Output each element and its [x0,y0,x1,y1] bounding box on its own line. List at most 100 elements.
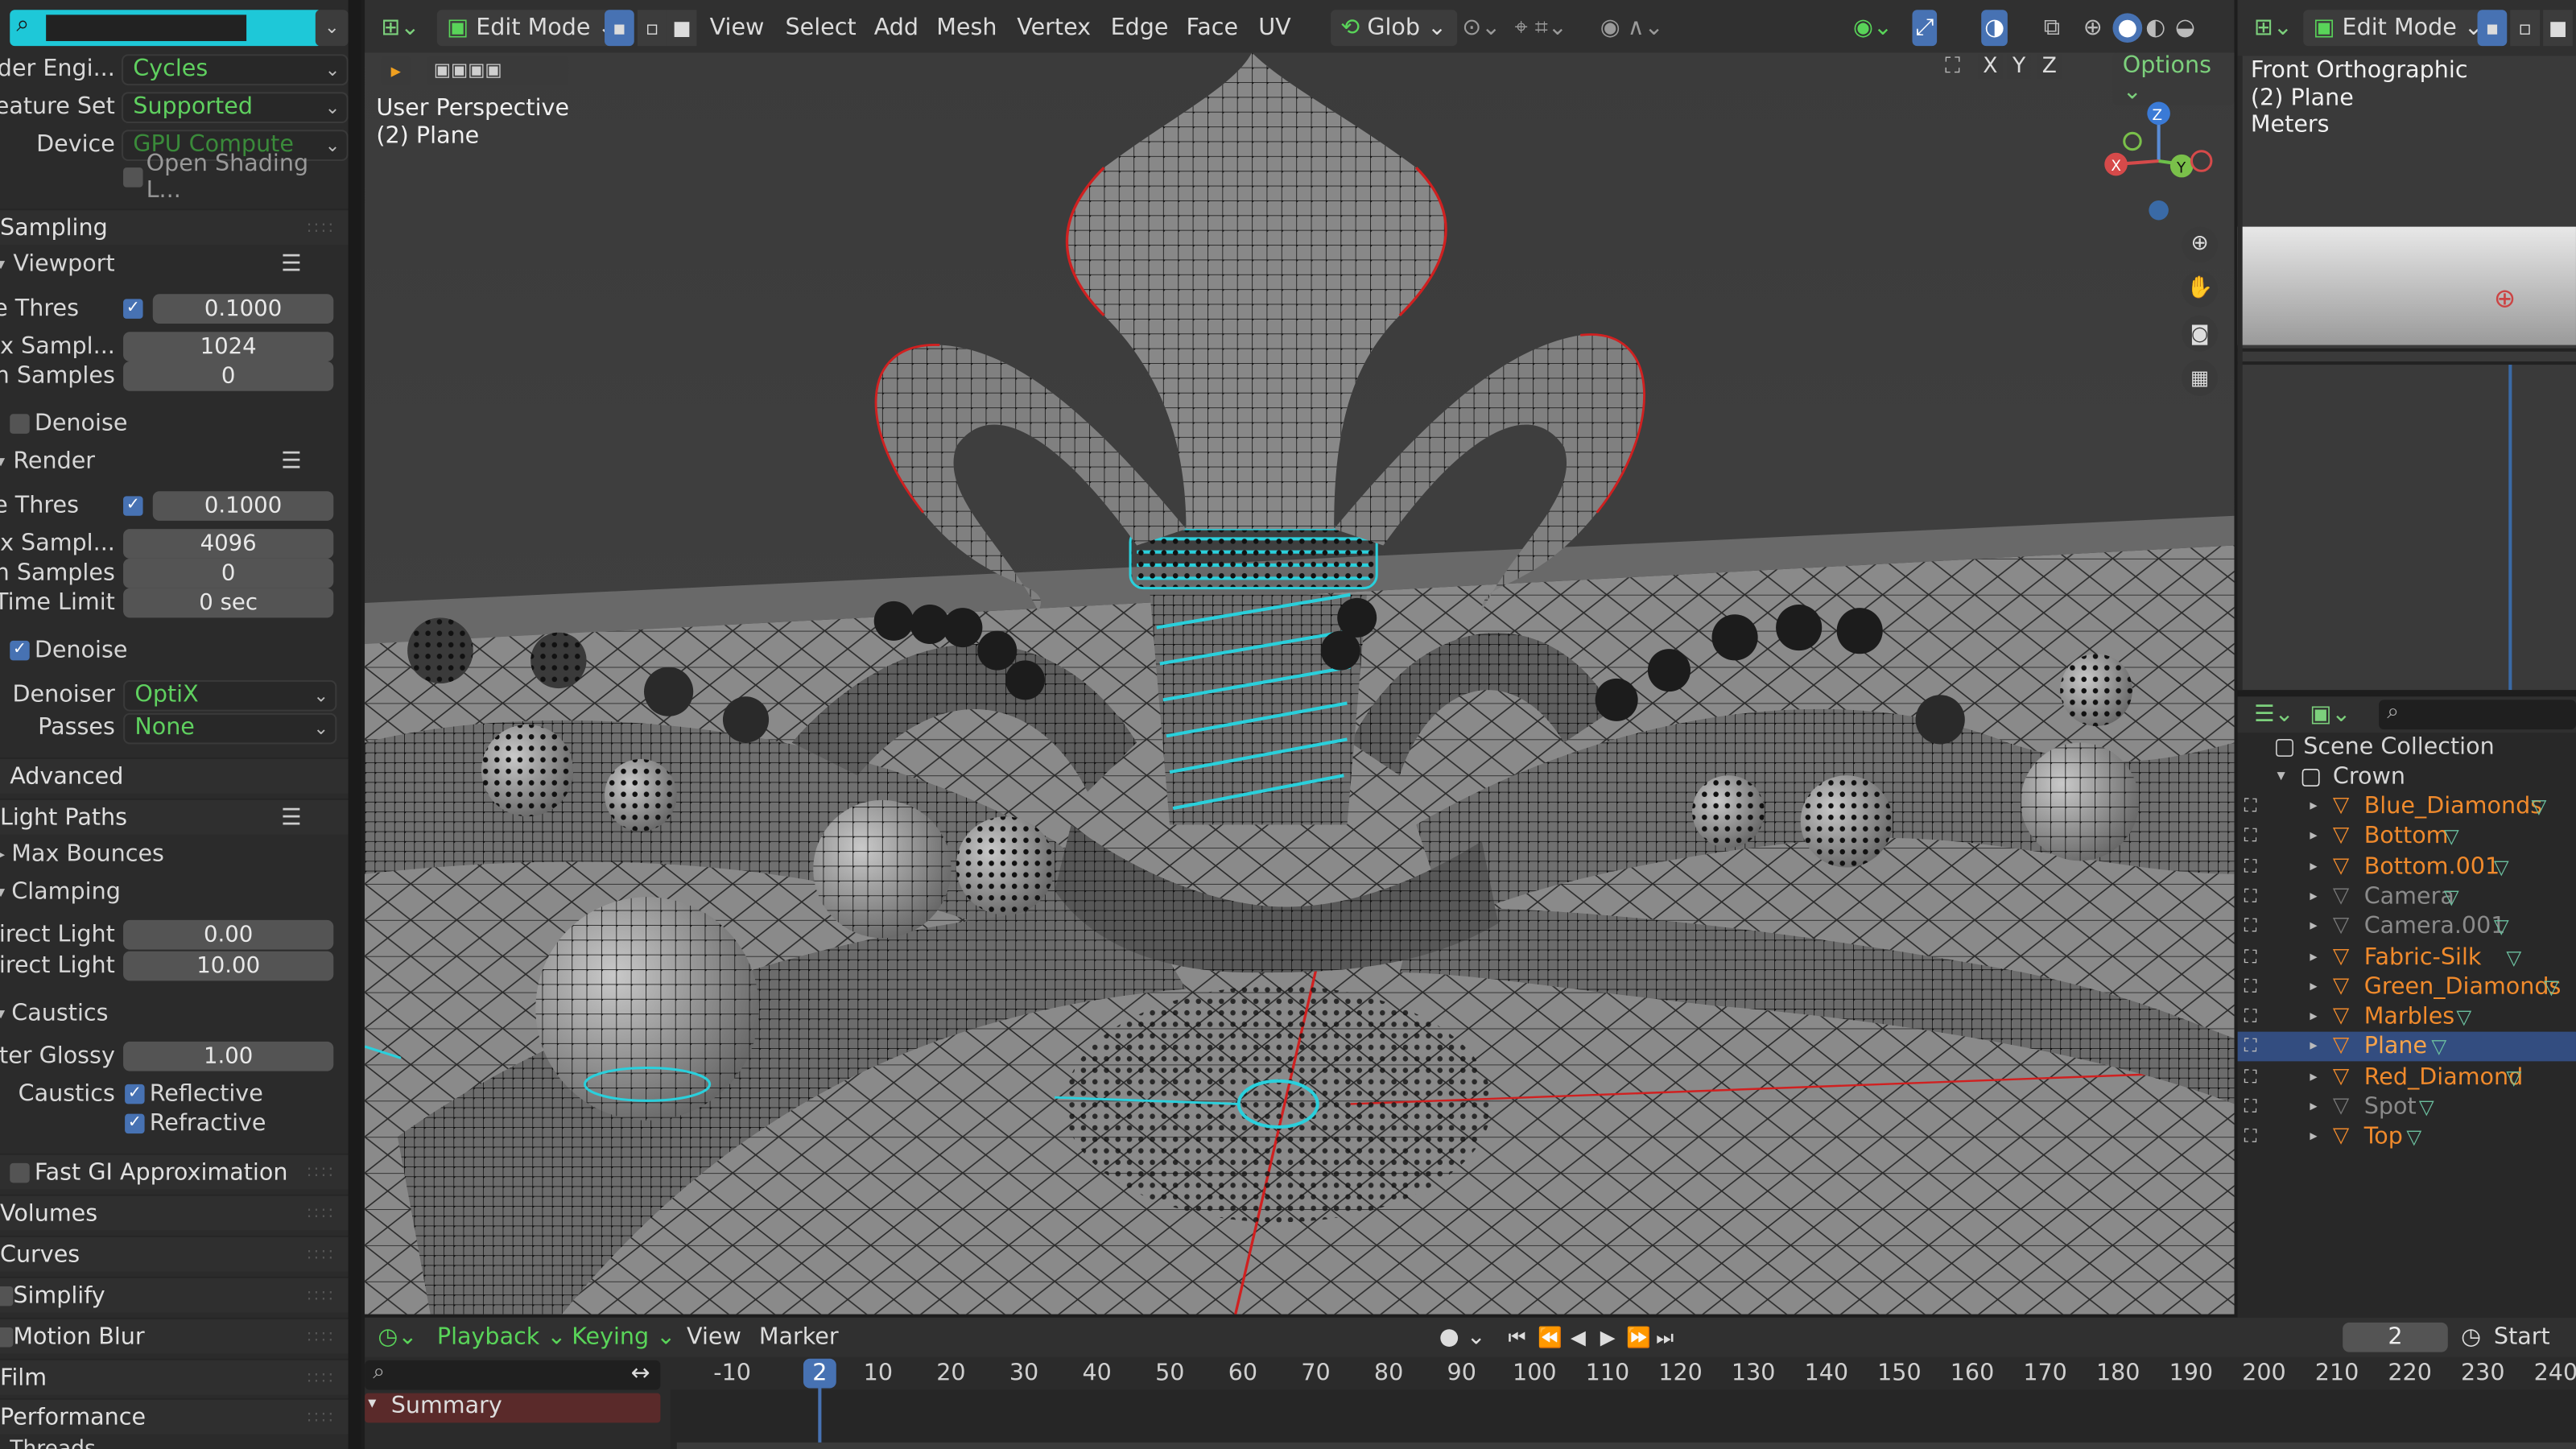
outliner-item-bottom-001[interactable]: ⛶ ▸ ▽ Bottom.001 ▽ [2238,852,2576,881]
denoiser-dropdown[interactable]: OptiX ⌄ [123,679,337,711]
indirect-light-field[interactable]: 10.00 [123,951,334,981]
exclude-checkbox-icon[interactable]: ⛶ [2244,1122,2257,1152]
fast-gi-panel-header[interactable]: Fast GI Approximation:::: [0,1153,349,1190]
expand-arrow-icon[interactable]: ▸ [2310,1122,2317,1152]
editor-type-icon[interactable]: ⊞⌄ [381,10,419,46]
expand-arrow-icon[interactable]: ▸ [2310,912,2317,942]
wireframe-shading-icon[interactable]: ⊕ [2083,10,2103,46]
menu-edge[interactable]: Edge [1111,10,1169,46]
modifier-data-icon[interactable]: ▽ [2506,1063,2521,1092]
orientation-dropdown[interactable]: ⟲ Glob ⌄ [1331,10,1457,47]
advanced-panel-header[interactable]: Advanced [0,757,349,794]
expand-arrow-icon[interactable]: ▸ [2310,1002,2317,1032]
rendered-shading-icon[interactable]: ◒ [2175,10,2195,46]
noise-threshold-checkbox[interactable]: ✓ [123,299,143,319]
performance-panel-header[interactable]: Performance:::: [0,1397,349,1435]
time-limit-field[interactable]: 0 sec [123,588,334,618]
outliner-item-marbles[interactable]: ⛶ ▸ ▽ Marbles ▽ [2238,1002,2576,1032]
face-select-button[interactable]: ■ [2543,10,2573,47]
film-panel-header[interactable]: Film:::: [0,1358,349,1395]
expand-arrow-icon[interactable]: ▸ [2310,972,2317,1002]
xray-icon[interactable]: ⧉ [2044,10,2060,46]
filter-glossy-field[interactable]: 1.00 [123,1041,334,1071]
outliner-item-blue-diamonds[interactable]: ⛶ ▸ ▽ Blue_Diamonds ▽ [2238,792,2576,822]
modifier-data-icon[interactable]: ▽ [2406,1122,2421,1152]
expand-arrow-icon[interactable]: ▸ [2310,1063,2317,1092]
exclude-checkbox-icon[interactable]: ⛶ [2244,1092,2257,1122]
navigation-gizmo[interactable]: Z X Y [2093,95,2235,226]
render-max-samples-field[interactable]: 4096 [123,529,334,559]
clamping-subpanel[interactable]: ▾Clamping [0,876,349,909]
expand-arrow-icon[interactable]: ▸ [2310,942,2317,972]
expand-arrow-icon[interactable]: ▸ [2310,1092,2317,1122]
curves-panel-header[interactable]: Curves:::: [0,1235,349,1272]
zoom-icon[interactable]: ⊕ [2182,226,2219,263]
front-ortho-viewport[interactable]: ⊞⌄ ▣ Edit Mode ⌄ ▪ ▫ ■ Front Orthographi… [2237,0,2576,691]
modifier-data-icon[interactable]: ▽ [2544,972,2559,1002]
collection-crown-row[interactable]: ▾ ▢ Crown [2238,762,2576,792]
light-paths-panel-header[interactable]: Light Paths ☰ [0,798,349,835]
gizmo-toggle-icon[interactable]: ⤢ [1912,10,1938,47]
feature-set-dropdown[interactable]: Supported ⌄ [122,91,349,123]
render-noise-threshold-checkbox[interactable]: ✓ [123,496,143,516]
threads-subpanel[interactable]: Threads [0,1433,349,1449]
expand-arrow-icon[interactable]: ▸ [2310,1032,2317,1062]
pan-hand-icon[interactable]: ✋ [2182,270,2219,308]
outliner-search-input[interactable]: ⌕ [2379,700,2576,730]
reflective-checkbox[interactable]: ✓ [125,1084,145,1104]
noise-threshold-field[interactable]: 0.1000 [152,294,334,324]
camera-view-icon[interactable]: ◙ [2182,315,2219,352]
playhead[interactable]: 2 [803,1358,836,1389]
overlay-icon[interactable]: ◑ [1981,10,2008,47]
3d-viewport[interactable]: User Perspective (2) Plane ▸ ▣▣▣▣ ⛶ X Y … [365,52,2235,1315]
outliner-item-camera-001[interactable]: ⛶ ▸ ▽ Camera.001 ▽ [2238,912,2576,942]
frame-ruler[interactable]: -10 10 20 30 40 50 60 70 80 90 100 110 120 130 140 150 1… [365,1318,2576,1397]
menu-select[interactable]: Select [786,10,857,46]
list-icon[interactable]: ☰ [281,448,302,475]
vertex-select-button[interactable]: ▪ [2477,10,2508,47]
motion-blur-panel-header[interactable]: Motion Blur:::: [0,1317,349,1354]
axis-z-toggle[interactable]: Z [2037,54,2062,79]
render-noise-threshold-field[interactable]: 0.1000 [152,491,334,521]
expand-arrow-icon[interactable]: ▸ [2310,882,2317,912]
outliner-item-red-diamond[interactable]: ⛶ ▸ ▽ Red_Diamond ▽ [2238,1063,2576,1092]
simplify-panel-header[interactable]: Simplify:::: [0,1276,349,1313]
outliner-item-camera[interactable]: ⛶ ▸ ▽ Camera ▽ [2238,882,2576,912]
volumes-panel-header[interactable]: Volumes:::: [0,1194,349,1231]
expand-arrow-icon[interactable]: ▸ [2310,792,2317,822]
axis-x-toggle[interactable]: X [1978,54,2003,79]
mode-dropdown[interactable]: ▣ Edit Mode ⌄ [2303,10,2494,47]
material-shading-icon[interactable]: ◐ [2145,10,2165,46]
motion-blur-checkbox[interactable] [0,1327,14,1348]
scene-collection-row[interactable]: ▢ Scene Collection [2238,733,2576,762]
modifier-data-icon[interactable]: ▽ [2419,1092,2434,1122]
selection-mode-buttons[interactable]: ▣▣▣▣ [427,56,569,86]
display-mode-icon[interactable]: ▣⌄ [2310,696,2351,733]
exclude-checkbox-icon[interactable]: ⛶ [2244,1002,2257,1032]
menu-face[interactable]: Face [1186,10,1238,46]
modifier-data-icon[interactable]: ▽ [2494,852,2509,881]
solid-shading-icon[interactable]: ● [2112,13,2143,43]
properties-search-bar[interactable]: ⌕ [10,10,322,47]
axis-mirror-icon[interactable]: ⛶ [1945,54,1960,79]
properties-dropdown-button[interactable]: ⌄ [315,10,349,47]
modifier-data-icon[interactable]: ▽ [2494,912,2509,942]
summary-row[interactable]: ▾ Summary [365,1393,661,1423]
modifier-data-icon[interactable]: ▽ [2506,942,2521,972]
render-denoise-checkbox[interactable]: ✓ [10,640,30,661]
exclude-checkbox-icon[interactable]: ⛶ [2244,1032,2257,1062]
mode-dropdown[interactable]: ▣ Edit Mode ⌄ [436,10,627,47]
viewport-denoise-checkbox[interactable] [10,414,30,434]
edge-select-button[interactable]: ▫ [637,10,667,47]
vertex-select-button[interactable]: ▪ [605,10,634,47]
exclude-checkbox-icon[interactable]: ⛶ [2244,852,2257,881]
modifier-data-icon[interactable]: ▽ [2431,1032,2446,1062]
outliner-item-green-diamonds[interactable]: ⛶ ▸ ▽ Green_Diamonds ▽ [2238,972,2576,1002]
panel-divider[interactable] [348,0,361,1449]
exclude-checkbox-icon[interactable]: ⛶ [2244,972,2257,1002]
menu-view[interactable]: View [710,10,765,46]
editor-type-icon[interactable]: ☰⌄ [2254,696,2294,733]
simplify-checkbox[interactable] [0,1286,14,1307]
exclude-checkbox-icon[interactable]: ⛶ [2244,792,2257,822]
direct-light-field[interactable]: 0.00 [123,919,334,950]
